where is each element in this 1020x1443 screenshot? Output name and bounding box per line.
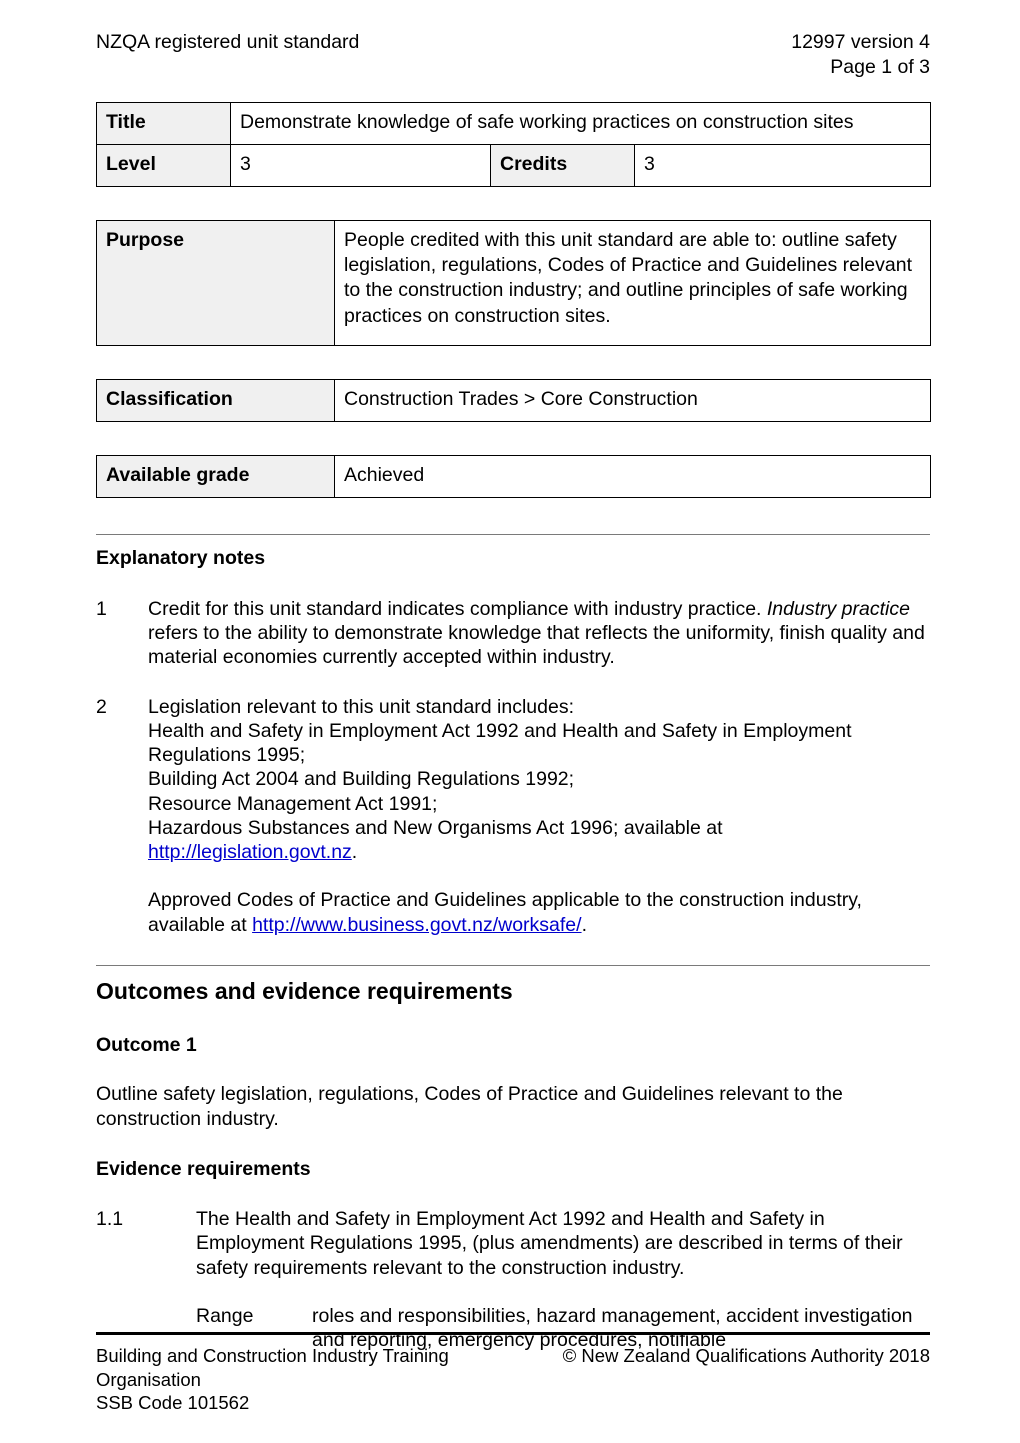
divider-above-outcomes bbox=[96, 965, 930, 966]
title-table: Title Demonstrate knowledge of safe work… bbox=[96, 101, 931, 188]
outcomes-heading: Outcomes and evidence requirements bbox=[96, 978, 513, 1004]
explanatory-note-1: 1 Credit for this unit standard indicate… bbox=[96, 597, 930, 670]
available-grade-table: Available grade Achieved bbox=[96, 455, 931, 499]
footer-columns: Building and Construction Industry Train… bbox=[96, 1335, 930, 1415]
legislation-govt-nz-link[interactable]: http://legislation.govt.nz bbox=[148, 841, 352, 863]
note-text-part1: Credit for this unit standard indicates … bbox=[148, 597, 767, 620]
purpose-value: People credited with this unit standard … bbox=[334, 220, 931, 347]
worksafe-link[interactable]: http://www.business.govt.nz/worksafe/ bbox=[252, 914, 581, 936]
title-label: Title bbox=[96, 101, 231, 146]
evidence-requirement-1-1: 1.1 The Health and Safety in Employment … bbox=[96, 1207, 930, 1280]
table-row-available-grade: Available grade Achieved bbox=[96, 455, 931, 499]
note2-hsno-suffix: . bbox=[351, 841, 358, 864]
footer-organisation: Building and Construction Industry Train… bbox=[96, 1344, 536, 1415]
divider-above-explanatory-notes bbox=[96, 534, 930, 536]
classification-label: Classification bbox=[96, 379, 335, 423]
note2-hsno-text: Hazardous Substances and New Organisms A… bbox=[148, 816, 723, 839]
purpose-table: Purpose People credited with this unit s… bbox=[96, 220, 931, 347]
footer-org-line-2: Organisation bbox=[96, 1368, 201, 1390]
spacer-before-outcomes bbox=[96, 937, 930, 965]
note-italic-term: Industry practice bbox=[766, 597, 910, 620]
table-row-purpose: Purpose People credited with this unit s… bbox=[96, 220, 931, 347]
evidence-number: 1.1 bbox=[96, 1208, 124, 1231]
available-grade-value: Achieved bbox=[334, 455, 931, 499]
outcome-1-heading: Outcome 1 bbox=[96, 1033, 197, 1056]
outcome-1-text: Outline safety legislation, regulations,… bbox=[96, 1083, 843, 1130]
explanatory-notes-heading: Explanatory notes bbox=[96, 547, 266, 570]
footer-copyright: © New Zealand Qualifications Authority 2… bbox=[562, 1345, 930, 1366]
range-label: Range bbox=[196, 1304, 254, 1327]
header-title: NZQA registered unit standard bbox=[96, 31, 360, 53]
page-content: NZQA registered unit standard 12997 vers… bbox=[96, 0, 931, 1352]
explanatory-note-2: 2 Legislation relevant to this unit stan… bbox=[96, 695, 930, 937]
header-meta: 12997 version 4 Page 1 of 3 bbox=[791, 30, 930, 80]
footer-org-line-1: Building and Construction Industry Train… bbox=[96, 1345, 449, 1366]
credits-value: 3 bbox=[634, 144, 931, 188]
available-grade-label: Available grade bbox=[96, 455, 335, 499]
note-number: 2 bbox=[96, 695, 107, 718]
table-row-level-credits: Level 3 Credits 3 bbox=[96, 144, 931, 188]
credits-label: Credits bbox=[490, 144, 635, 188]
evidence-requirements-heading: Evidence requirements bbox=[96, 1157, 311, 1180]
document-header: NZQA registered unit standard 12997 vers… bbox=[96, 0, 930, 80]
table-row-classification: Classification Construction Trades > Cor… bbox=[96, 379, 931, 423]
title-value: Demonstrate knowledge of safe working pr… bbox=[230, 101, 931, 146]
level-value: 3 bbox=[230, 144, 491, 188]
table-row-title: Title Demonstrate knowledge of safe work… bbox=[96, 101, 931, 146]
document-footer: Building and Construction Industry Train… bbox=[96, 1332, 930, 1415]
note2-codes-paragraph: Approved Codes of Practice and Guideline… bbox=[148, 888, 930, 937]
spacer-before-explanatory bbox=[96, 498, 930, 534]
note2-legislation-line: Resource Management Act 1991; bbox=[148, 792, 438, 815]
note2-hsno-line: Hazardous Substances and New Organisms A… bbox=[148, 816, 930, 865]
footer-ssb-code: SSB Code 101562 bbox=[96, 1392, 250, 1414]
note2-legislation-line: Building Act 2004 and Building Regulatio… bbox=[148, 768, 575, 791]
purpose-label: Purpose bbox=[96, 220, 335, 347]
note2-lead: Legislation relevant to this unit standa… bbox=[148, 695, 575, 718]
document-page: NZQA registered unit standard 12997 vers… bbox=[0, 0, 1020, 1443]
note-number: 1 bbox=[96, 597, 107, 620]
note2-codes-suffix: . bbox=[581, 913, 587, 936]
classification-value: Construction Trades > Core Construction bbox=[334, 379, 931, 423]
note2-legislation-line: Health and Safety in Employment Act 1992… bbox=[148, 719, 852, 767]
evidence-text: The Health and Safety in Employment Act … bbox=[196, 1208, 903, 1279]
level-label: Level bbox=[96, 144, 231, 188]
note-text-part2: refers to the ability to demonstrate kno… bbox=[148, 622, 925, 669]
header-page-number: Page 1 of 3 bbox=[830, 55, 930, 78]
classification-table: Classification Construction Trades > Cor… bbox=[96, 379, 931, 423]
header-standard-id: 12997 version 4 bbox=[791, 31, 930, 53]
